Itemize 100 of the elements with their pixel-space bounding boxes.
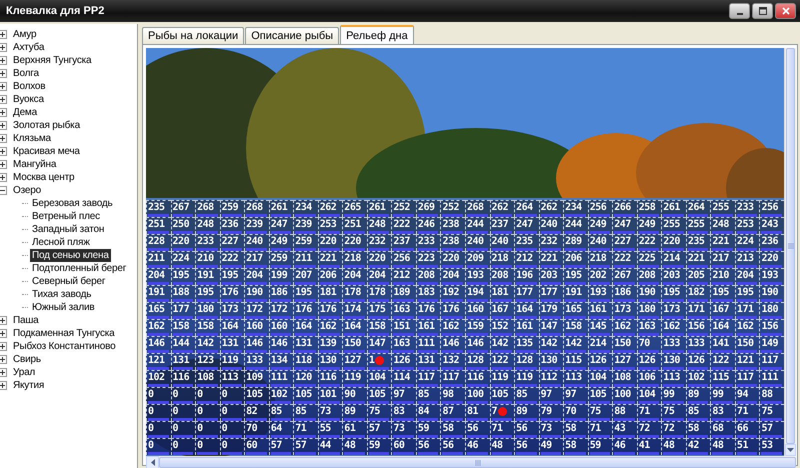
depth-value: 147: [540, 321, 558, 332]
tree-item[interactable]: Лесной пляж: [30, 236, 92, 249]
depth-bar: [467, 333, 488, 336]
tree-item[interactable]: Озеро: [11, 184, 43, 197]
depth-value: 117: [442, 372, 460, 383]
depth-bar: [614, 333, 635, 336]
depth-bar: [663, 435, 684, 438]
depth-bar: [688, 333, 708, 336]
scroll-down-button[interactable]: [785, 444, 796, 456]
depth-value: 133: [688, 338, 706, 349]
tree-item[interactable]: Мангуйна: [11, 158, 58, 171]
depth-bar: [614, 401, 635, 404]
depth-value: 177: [516, 287, 534, 298]
tree-item[interactable]: Западный затон: [30, 223, 106, 236]
depth-value: 89: [516, 406, 528, 417]
tree-item[interactable]: Якутия: [11, 379, 46, 392]
tree-item[interactable]: Подтопленный берег: [30, 262, 128, 275]
tab[interactable]: Рельеф дна: [340, 25, 414, 44]
depth-bar: [467, 248, 488, 251]
expand-icon[interactable]: [0, 355, 7, 364]
depth-bar: [736, 248, 758, 251]
expand-icon[interactable]: [0, 56, 7, 65]
depth-value: 261: [368, 202, 386, 213]
depth-value: 234: [295, 202, 313, 213]
depth-bar: [736, 316, 758, 319]
tab[interactable]: Рыбы на локации: [142, 27, 244, 44]
depth-bar: [492, 435, 512, 438]
tree-item[interactable]: Под сенью клена: [30, 249, 111, 262]
tree-item[interactable]: Ахтуба: [11, 41, 46, 54]
depth-value: 127: [614, 355, 632, 366]
expand-icon[interactable]: [0, 173, 7, 182]
tree-item[interactable]: Верхняя Тунгуска: [11, 54, 94, 67]
tree-item[interactable]: Южный залив: [30, 301, 97, 314]
expand-icon[interactable]: [0, 43, 7, 52]
depth-bar: [270, 401, 292, 404]
tree-item[interactable]: Березовая заводь: [30, 197, 115, 210]
expand-icon[interactable]: [0, 160, 7, 169]
tree-item[interactable]: Вуокса: [11, 93, 46, 106]
depth-bar: [663, 299, 684, 302]
tree-item[interactable]: Ветреный плес: [30, 210, 102, 223]
expand-icon[interactable]: [0, 121, 7, 130]
scroll-thumb[interactable]: [786, 48, 795, 444]
depth-value: 218: [590, 253, 608, 264]
expand-icon[interactable]: [0, 381, 7, 390]
tab[interactable]: Описание рыбы: [245, 27, 340, 44]
depth-value: 251: [344, 219, 362, 230]
tree-item[interactable]: Свирь: [11, 353, 43, 366]
depth-bar: [492, 248, 512, 251]
expand-icon[interactable]: [0, 329, 7, 338]
expand-icon[interactable]: [0, 95, 7, 104]
depth-value: 56: [418, 440, 430, 451]
collapse-icon[interactable]: [0, 186, 7, 195]
depth-value: 59: [590, 440, 602, 451]
depth-bar: [638, 401, 660, 404]
depth-bar: [761, 282, 782, 285]
tree-item[interactable]: Красивая меча: [11, 145, 82, 158]
depth-value: 158: [565, 321, 583, 332]
expand-icon[interactable]: [0, 368, 7, 377]
tree-item[interactable]: Подкаменная Тунгуска: [11, 327, 117, 340]
depth-bar: [197, 435, 218, 438]
depth-bar: [565, 282, 586, 285]
expand-icon[interactable]: [0, 147, 7, 156]
depth-bar: [393, 418, 414, 421]
depth-bar: [295, 282, 316, 285]
depth-value: 232: [368, 236, 386, 247]
expand-icon[interactable]: [0, 342, 7, 351]
expand-icon[interactable]: [0, 69, 7, 78]
tree-item[interactable]: Клязьма: [11, 132, 53, 145]
expand-icon[interactable]: [0, 108, 7, 117]
depth-bar: [638, 435, 660, 438]
expand-icon[interactable]: [0, 82, 7, 91]
expand-icon[interactable]: [0, 134, 7, 143]
tree-item[interactable]: Дема: [11, 106, 39, 119]
scroll-left-button[interactable]: [146, 456, 159, 468]
tree-item[interactable]: Москва центр: [11, 171, 76, 184]
expand-icon[interactable]: [0, 316, 7, 325]
tree-item[interactable]: Золотая рыбка: [11, 119, 82, 132]
maximize-button[interactable]: [752, 3, 773, 19]
depth-bar: [222, 299, 242, 302]
depth-value: 152: [492, 321, 510, 332]
depth-value: 48: [492, 440, 504, 451]
depth-value: 267: [172, 202, 190, 213]
tree-item[interactable]: Тихая заводь: [30, 288, 94, 301]
tree-item[interactable]: Урал: [11, 366, 38, 379]
depth-value: 202: [590, 270, 608, 281]
tree-item[interactable]: Амур: [11, 28, 38, 41]
tree-item[interactable]: Паша: [11, 314, 41, 327]
close-button[interactable]: [775, 3, 796, 19]
vertical-scrollbar[interactable]: [784, 48, 796, 456]
tree-item[interactable]: Рыбхоз Константиново: [11, 340, 118, 353]
depth-bar: [295, 265, 316, 268]
tree-item[interactable]: Волга: [11, 67, 41, 80]
depth-bar: [344, 214, 365, 217]
tree-item[interactable]: Волхов: [11, 80, 48, 93]
minimize-button[interactable]: [729, 3, 750, 19]
depth-bar: [295, 350, 316, 353]
depth-value: 118: [295, 355, 313, 366]
tree-item[interactable]: Северный берег: [30, 275, 108, 288]
depth-value: 102: [270, 389, 288, 400]
expand-icon[interactable]: [0, 30, 7, 39]
